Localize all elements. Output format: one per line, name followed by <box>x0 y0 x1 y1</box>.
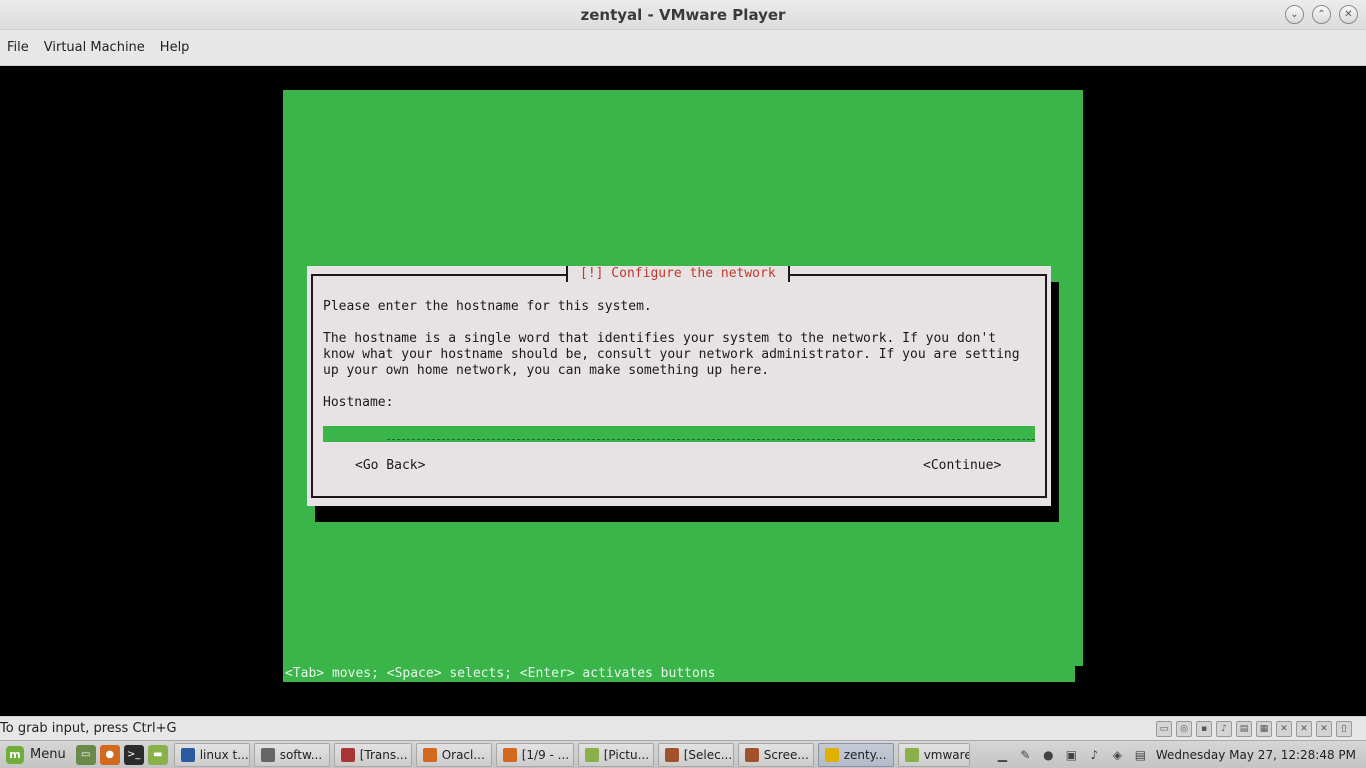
task-label: vmware <box>923 747 970 762</box>
vmware-icon <box>824 747 839 762</box>
window-controls: ⌄ ⌃ ✕ <box>1285 5 1358 24</box>
hard-disk-icon[interactable]: ▭ <box>1156 721 1172 737</box>
clock[interactable]: Wednesday May 27, 12:28:48 PM <box>1156 748 1356 762</box>
clipboard-icon[interactable]: ▣ <box>1064 747 1079 762</box>
start-menu-label: Menu <box>30 747 66 762</box>
task-label: linux t... <box>199 747 249 762</box>
input-fill-underline <box>387 439 1035 440</box>
task-label: Scree... <box>763 747 809 762</box>
task-transmission[interactable]: [Trans... <box>333 742 412 767</box>
volume-icon[interactable]: ♪ <box>1087 747 1102 762</box>
hostname-label: Hostname: <box>323 395 394 410</box>
printer-icon[interactable]: ▤ <box>1236 721 1252 737</box>
files-icon[interactable]: ▬ <box>147 744 168 765</box>
hostname-prompt: Please enter the hostname for this syste… <box>323 299 652 314</box>
close-button[interactable]: ✕ <box>1339 5 1358 24</box>
task-label: [Trans... <box>359 747 408 762</box>
task-label: Oracl... <box>441 747 485 762</box>
window-titlebar: zentyal - VMware Player ⌄ ⌃ ✕ <box>0 0 1366 30</box>
minimize-icon[interactable]: ▁ <box>995 747 1010 762</box>
close-icon: ✕ <box>1344 8 1353 20</box>
task-select[interactable]: [Selec... <box>657 742 734 767</box>
minimize-button[interactable]: ⌄ <box>1285 5 1304 24</box>
window-title: zentyal - VMware Player <box>580 6 786 24</box>
message-log-icon[interactable]: ▯ <box>1336 721 1352 737</box>
task-oracle[interactable]: Oracl... <box>415 742 492 767</box>
usb-device-2-icon[interactable]: ✕ <box>1296 721 1312 737</box>
description-line-2: know what your hostname should be, consu… <box>323 347 1020 362</box>
firefox-icon <box>422 747 437 762</box>
menu-help[interactable]: Help <box>160 40 190 55</box>
network-adapter-icon[interactable]: ▦ <box>1256 721 1272 737</box>
floppy-icon[interactable]: ▪ <box>1196 721 1212 737</box>
description-line-1: The hostname is a single word that ident… <box>323 331 997 346</box>
device-icons: ▭ ◎ ▪ ♪ ▤ ▦ ✕ ✕ ✕ ▯ <box>1156 721 1352 737</box>
cd-rom-icon[interactable]: ◎ <box>1176 721 1192 737</box>
hostname-input[interactable]: unixmen <box>323 426 1035 442</box>
chevron-up-icon: ⌃ <box>1317 8 1326 20</box>
task-zentyal[interactable]: zenty... <box>817 742 894 767</box>
document-icon <box>180 747 195 762</box>
start-menu-button[interactable]: m Menu <box>0 742 74 768</box>
task-label: zenty... <box>843 747 887 762</box>
image-viewer-icon <box>664 747 679 762</box>
system-tray: ▁ ✎ ● ▣ ♪ ◈ ▤ Wednesday May 27, 12:28:48… <box>995 747 1366 762</box>
user-icon[interactable]: ● <box>1041 747 1056 762</box>
shield-icon[interactable]: ◈ <box>1110 747 1125 762</box>
chevron-down-icon: ⌄ <box>1290 8 1299 20</box>
pen-icon[interactable]: ✎ <box>1018 747 1033 762</box>
menu-virtual-machine[interactable]: Virtual Machine <box>44 40 145 55</box>
task-screenshot[interactable]: Scree... <box>737 742 814 767</box>
continue-button[interactable]: <Continue> <box>923 458 1001 474</box>
configure-network-dialog: [!] Configure the network Please enter t… <box>307 266 1051 506</box>
keyboard-icon[interactable]: ▤ <box>1133 747 1148 762</box>
desktop-taskbar: m Menu ▭ ● >_ ▬ linux t... softw... [Tra… <box>0 740 1366 768</box>
firefox-icon <box>502 747 517 762</box>
dialog-title: [!] Configure the network <box>566 266 790 282</box>
task-software[interactable]: softw... <box>253 742 330 767</box>
go-back-button[interactable]: <Go Back> <box>355 458 425 474</box>
folder-icon <box>584 747 599 762</box>
usb-device-icon[interactable]: ✕ <box>1276 721 1292 737</box>
screenshot-icon <box>744 747 759 762</box>
keyboard-help-line: <Tab> moves; <Space> selects; <Enter> ac… <box>285 666 716 681</box>
transmission-icon <box>340 747 355 762</box>
task-label: softw... <box>279 747 323 762</box>
usb-device-3-icon[interactable]: ✕ <box>1316 721 1332 737</box>
sound-card-icon[interactable]: ♪ <box>1216 721 1232 737</box>
description-line-3: up your own home network, you can make s… <box>323 363 770 378</box>
show-desktop-icon[interactable]: ▭ <box>75 744 96 765</box>
mint-logo-icon: m <box>6 745 24 764</box>
vm-console[interactable]: [!] Configure the network Please enter t… <box>0 66 1366 716</box>
task-pictures[interactable]: [Pictu... <box>577 742 654 767</box>
grab-input-hint: To grab input, press Ctrl+G <box>0 721 177 736</box>
terminal-icon[interactable]: >_ <box>123 744 144 765</box>
folder-icon <box>904 747 919 762</box>
task-label: [1/9 - ... <box>521 747 570 762</box>
vm-statusbar: To grab input, press Ctrl+G ▭ ◎ ▪ ♪ ▤ ▦ … <box>0 716 1366 740</box>
task-linux[interactable]: linux t... <box>173 742 250 767</box>
task-vmware[interactable]: vmware <box>897 742 970 767</box>
firefox-icon[interactable]: ● <box>99 744 120 765</box>
window-icon <box>260 747 275 762</box>
task-label: [Pictu... <box>603 747 650 762</box>
menu-file[interactable]: File <box>7 40 29 55</box>
task-label: [Selec... <box>683 747 733 762</box>
maximize-button[interactable]: ⌃ <box>1312 5 1331 24</box>
task-1-of-9[interactable]: [1/9 - ... <box>495 742 574 767</box>
menubar: File Virtual Machine Help <box>0 30 1366 66</box>
